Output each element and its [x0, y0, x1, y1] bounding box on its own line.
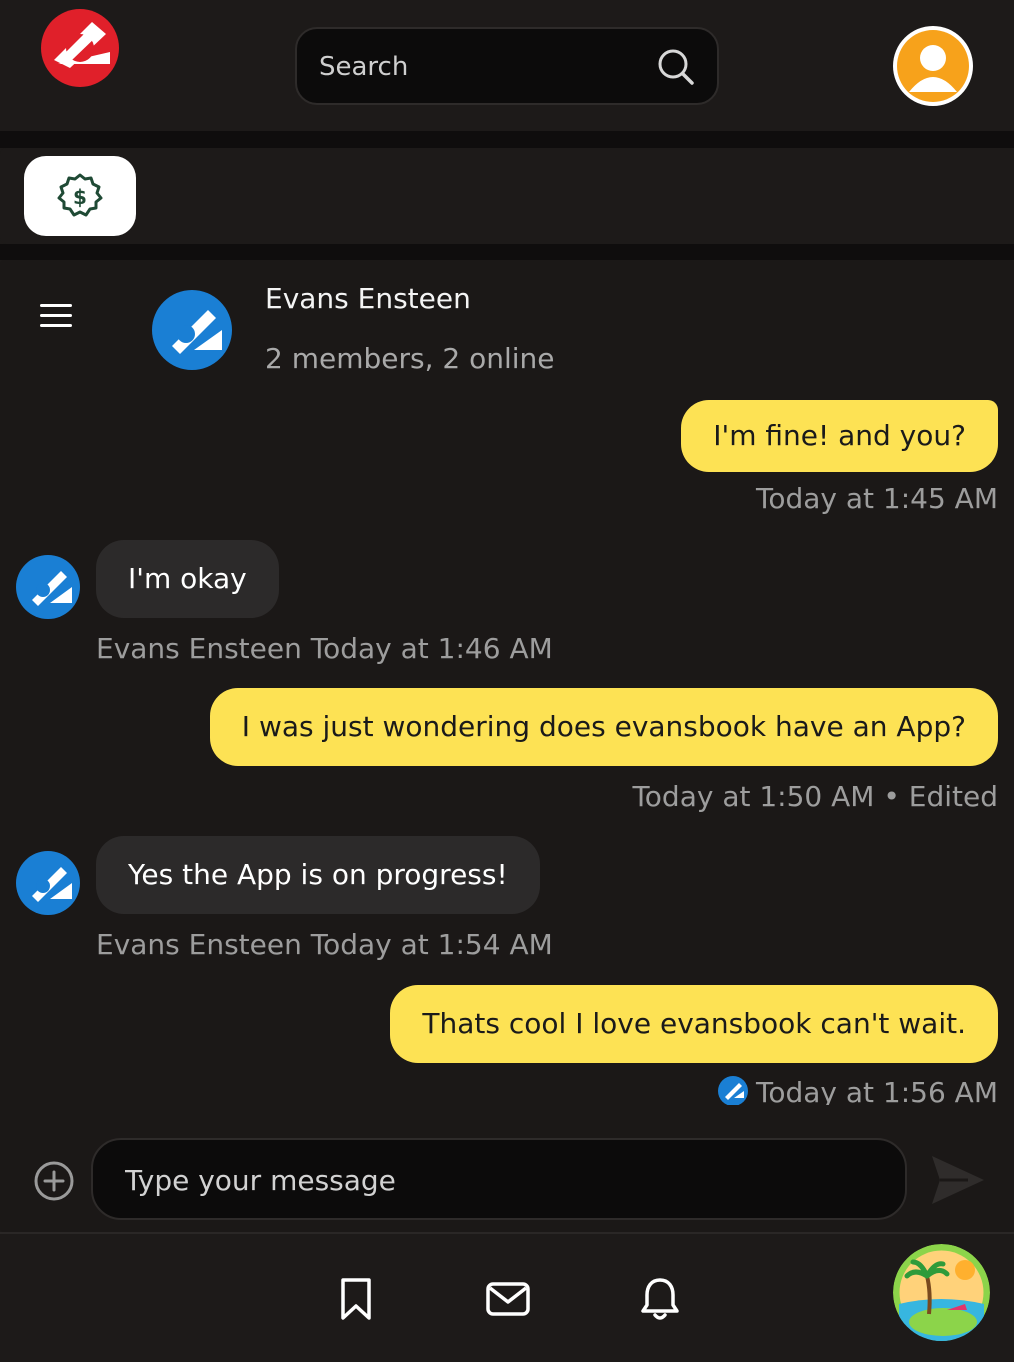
search-box[interactable]	[295, 27, 719, 105]
add-attachment-icon[interactable]	[33, 1160, 75, 1202]
sender-avatar-icon[interactable]	[16, 851, 80, 915]
beach-avatar[interactable]	[893, 1244, 990, 1341]
incoming-message[interactable]: Yes the App is on progress!	[96, 836, 540, 914]
chat-avatar-icon[interactable]	[152, 290, 232, 370]
message-sender-timestamp: Evans Ensteen Today at 1:46 AM	[96, 632, 553, 665]
message-list: I'm fine! and you? Today at 1:45 AM I'm …	[0, 390, 1014, 1105]
bell-icon[interactable]	[637, 1276, 683, 1322]
message-timestamp: Today at 1:50 AM • Edited	[632, 780, 998, 813]
divider	[0, 131, 1014, 148]
incoming-message[interactable]: I'm okay	[96, 540, 279, 618]
chat-members-status: 2 members, 2 online	[265, 342, 555, 375]
send-icon[interactable]	[928, 1152, 988, 1208]
action-strip: $	[0, 148, 1014, 244]
message-sender-timestamp: Evans Ensteen Today at 1:54 AM	[96, 928, 553, 961]
outgoing-message[interactable]: Thats cool I love evansbook can't wait.	[390, 985, 998, 1063]
chat-panel: Evans Ensteen 2 members, 2 online I'm fi…	[0, 260, 1014, 1232]
mail-icon[interactable]	[485, 1276, 531, 1322]
outgoing-message[interactable]: I'm fine! and you?	[681, 400, 998, 472]
dollar-badge-icon: $	[57, 173, 103, 217]
user-avatar-icon[interactable]	[893, 26, 973, 106]
message-composer[interactable]	[91, 1138, 907, 1220]
message-input[interactable]	[125, 1156, 865, 1204]
svg-text:$: $	[73, 185, 87, 209]
sender-avatar-icon[interactable]	[16, 555, 80, 619]
hamburger-menu-icon[interactable]	[36, 300, 76, 332]
divider	[0, 244, 1014, 260]
read-receipt-avatar-icon	[717, 1076, 748, 1105]
search-input[interactable]	[319, 43, 649, 91]
message-timestamp: Today at 1:45 AM	[755, 482, 998, 515]
outgoing-message[interactable]: I was just wondering does evansbook have…	[209, 688, 998, 766]
message-timestamp: Today at 1:56 AM	[755, 1076, 998, 1105]
search-icon[interactable]	[657, 48, 695, 86]
evansbook-logo-icon[interactable]	[40, 8, 120, 88]
chat-title: Evans Ensteen	[265, 282, 471, 315]
bookmark-icon[interactable]	[333, 1276, 379, 1322]
message-read-timestamp: Today at 1:56 AM	[717, 1076, 998, 1105]
top-bar	[0, 0, 1014, 131]
bottom-nav	[0, 1232, 1014, 1362]
payments-button[interactable]: $	[24, 156, 136, 236]
